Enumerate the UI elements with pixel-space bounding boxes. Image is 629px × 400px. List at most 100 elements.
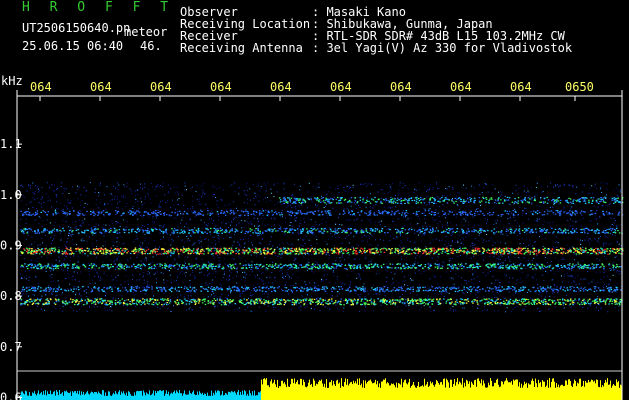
band-0-dot (540, 201, 542, 203)
band-0-dot (458, 197, 461, 199)
noise-dot (349, 198, 350, 200)
band-2-dot (525, 230, 527, 232)
band-2-dot (321, 228, 323, 230)
noise-dot (189, 285, 191, 287)
noise-dot (563, 212, 565, 214)
noise-dot (438, 187, 440, 189)
noise-dot (444, 244, 446, 246)
noise-dot (176, 275, 178, 277)
noise-dot (574, 303, 576, 305)
noise-dot (158, 205, 160, 207)
band-2-dot (480, 230, 482, 232)
band-0-dot (394, 198, 396, 200)
noise-dot (325, 195, 327, 197)
noise-dot (50, 281, 52, 282)
noise-dot (110, 289, 112, 291)
noise-dot (581, 214, 583, 216)
noise-dot (360, 278, 361, 280)
noise-dot (141, 262, 143, 264)
band-2-dot (580, 232, 582, 234)
noise-dot (525, 246, 527, 247)
noise-dot (41, 206, 42, 208)
noise-dot (246, 213, 248, 215)
noise-dot (160, 291, 162, 293)
noise-dot (399, 233, 401, 235)
noise-dot (595, 219, 597, 221)
noise-dot (606, 183, 608, 185)
noise-dot (241, 279, 243, 281)
noise-dot (375, 204, 377, 205)
noise-dot (189, 240, 191, 242)
noise-dot (308, 296, 310, 298)
band-0-dot (419, 196, 422, 199)
noise-dot (170, 188, 172, 190)
noise-dot (127, 280, 129, 282)
band-2-dot (165, 231, 168, 233)
noise-dot (496, 296, 498, 298)
noise-dot (191, 195, 193, 197)
noise-dot (354, 202, 355, 204)
noise-dot (229, 275, 230, 276)
noise-dot (531, 203, 533, 205)
noise-dot (457, 275, 459, 277)
noise-dot (71, 235, 72, 237)
noise-dot (458, 199, 460, 201)
noise-dot (43, 202, 45, 203)
noise-dot (310, 199, 312, 201)
noise-dot (260, 188, 262, 190)
band-1-dot (250, 213, 253, 215)
noise-dot (383, 239, 385, 241)
band-0-dot (287, 197, 289, 199)
noise-dot (406, 254, 407, 256)
noise-dot (258, 219, 260, 221)
noise-dot (24, 270, 26, 272)
noise-dot (135, 198, 137, 200)
noise-dot (183, 204, 185, 206)
band-0-dot (569, 198, 572, 200)
noise-dot (105, 212, 107, 213)
noise-dot (425, 255, 427, 256)
noise-dot (177, 204, 179, 206)
noise-dot (359, 273, 361, 275)
noise-dot (384, 266, 385, 268)
noise-dot (53, 225, 55, 227)
noise-dot (299, 264, 300, 266)
noise-dot (116, 241, 118, 243)
noise-dot (339, 236, 341, 238)
noise-dot (228, 222, 230, 223)
noise-dot (606, 213, 608, 215)
noise-dot (208, 272, 210, 274)
noise-dot (68, 276, 70, 278)
band-0-dot (298, 202, 301, 204)
noise-dot (58, 212, 60, 214)
band-0-dot (418, 198, 420, 200)
noise-dot (53, 190, 55, 192)
band-2-dot (515, 228, 518, 230)
noise-dot (104, 244, 106, 246)
noise-dot (173, 204, 175, 206)
noise-dot (494, 310, 496, 312)
noise-dot (298, 306, 300, 308)
noise-dot (90, 269, 92, 270)
noise-dot (543, 196, 545, 198)
noise-dot (533, 257, 535, 259)
noise-dot (619, 273, 621, 274)
noise-dot (75, 227, 77, 229)
noise-dot (213, 292, 215, 294)
noise-dot (478, 208, 480, 209)
noise-dot (238, 187, 240, 189)
band-2-dot (535, 228, 537, 230)
noise-dot (463, 293, 465, 295)
band-2-dot (51, 231, 53, 233)
band-1-dot (579, 212, 582, 214)
noise-dot (330, 213, 332, 215)
noise-dot (137, 218, 139, 220)
noise-dot (553, 192, 555, 194)
band-1-dot (462, 212, 464, 214)
noise-dot (496, 292, 498, 293)
noise-dot (382, 310, 384, 312)
noise-dot (361, 183, 363, 185)
noise-dot (519, 281, 521, 283)
noise-dot (594, 283, 596, 285)
noise-dot (189, 280, 191, 281)
